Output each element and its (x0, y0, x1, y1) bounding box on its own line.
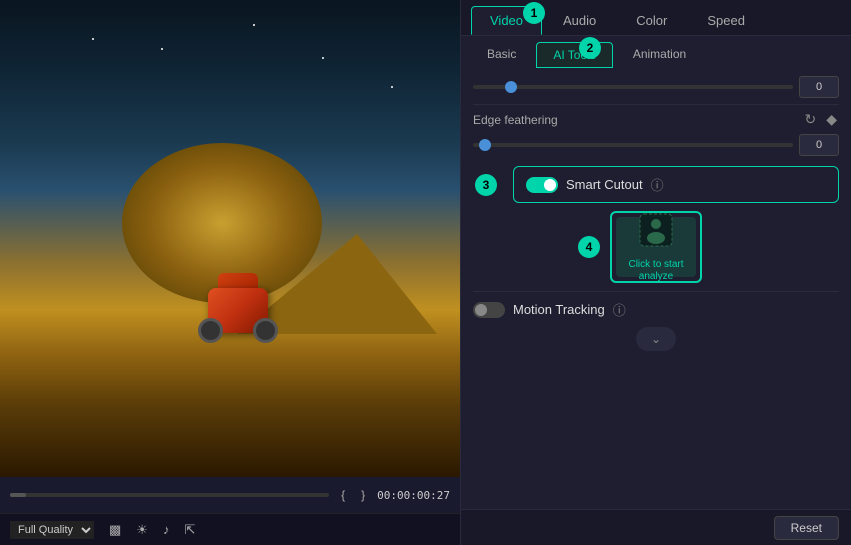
analyze-wrapper: 4 Click to st (610, 211, 702, 283)
video-controls: { } 00:00:00:27 (0, 477, 460, 513)
motion-tracking-section: Motion Tracking ⓘ ⌄ (473, 291, 839, 351)
video-panel: { } 00:00:00:27 Full Quality ▩ ☀ ♪ ⇱ (0, 0, 460, 545)
motion-tracking-row: Motion Tracking ⓘ (473, 300, 839, 319)
edge-feathering-value: 0 (799, 134, 839, 156)
expand-motion-btn[interactable]: ⌄ (636, 327, 676, 351)
tab-basic[interactable]: Basic (471, 42, 532, 68)
sub-tabs: Basic 2 AI Tools Animation (461, 36, 851, 68)
smart-cutout-toggle[interactable] (526, 177, 558, 193)
audio-icon[interactable]: ♪ (163, 522, 170, 537)
right-panel: 1 Video Audio Color Speed Basic 2 (460, 0, 851, 545)
edge-feathering-slider-row: 0 (473, 134, 839, 156)
smart-cutout-wrapper: 3 Smart Cutout ⓘ (513, 166, 839, 203)
reset-button[interactable]: Reset (774, 516, 839, 540)
analyze-area: 4 Click to st (473, 211, 839, 283)
analyze-label: Click to start analyze (616, 259, 696, 283)
robot-subject (193, 273, 283, 343)
quality-select[interactable]: Full Quality (10, 521, 94, 539)
motion-tracking-help-icon[interactable]: ⓘ (613, 300, 626, 319)
badge-1: 1 (523, 2, 545, 24)
tab-ai-tools[interactable]: AI Tools (536, 42, 612, 68)
smart-cutout-section: Smart Cutout ⓘ (513, 166, 839, 203)
content-area: 0 Edge feathering ↻ ◆ 0 3 (461, 68, 851, 509)
analyze-button[interactable]: Click to start analyze (610, 211, 702, 283)
camera-icon[interactable]: ☀ (136, 522, 148, 538)
analyze-person-icon (638, 212, 674, 255)
badge-3: 3 (475, 174, 497, 196)
expand-icon[interactable]: ⇱ (184, 522, 195, 538)
smart-cutout-label: Smart Cutout (566, 177, 643, 192)
smart-cutout-help-icon[interactable]: ⓘ (651, 175, 664, 194)
top-tabs: 1 Video Audio Color Speed (461, 0, 851, 36)
edge-feathering-label: Edge feathering (473, 113, 558, 127)
video-footer: Full Quality ▩ ☀ ♪ ⇱ (0, 513, 460, 545)
mark-out-btn[interactable]: } (357, 486, 369, 504)
tab-audio[interactable]: Audio (544, 6, 615, 35)
badge-4: 4 (578, 236, 600, 258)
tab-speed[interactable]: Speed (688, 6, 764, 35)
slider-1-value: 0 (799, 76, 839, 98)
badge-2: 2 (579, 37, 601, 59)
motion-tracking-label: Motion Tracking (513, 302, 605, 317)
motion-tracking-toggle[interactable] (473, 302, 505, 318)
slider-row-1: 0 (473, 76, 839, 98)
tab-color[interactable]: Color (617, 6, 686, 35)
keyframe-icon[interactable]: ◆ (824, 109, 839, 130)
slider-1[interactable] (473, 85, 793, 89)
edge-feathering-slider[interactable] (473, 143, 793, 147)
tab-animation[interactable]: Animation (617, 42, 702, 68)
timeline-bar[interactable] (10, 493, 329, 497)
edge-feathering-row: Edge feathering ↻ ◆ (473, 109, 839, 130)
reset-icon[interactable]: ↻ (802, 109, 818, 130)
video-preview (0, 0, 460, 477)
time-code: 00:00:00:27 (377, 489, 450, 502)
bottom-bar: Reset (461, 509, 851, 545)
screen-icon[interactable]: ▩ (109, 522, 121, 538)
mark-in-btn[interactable]: { (337, 486, 349, 504)
